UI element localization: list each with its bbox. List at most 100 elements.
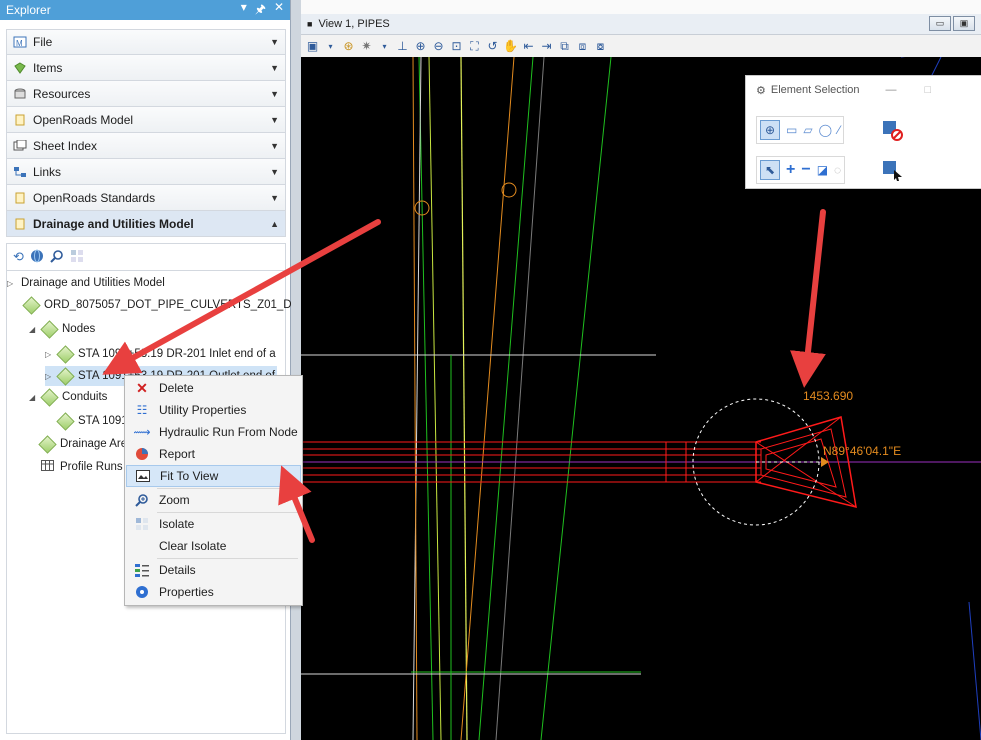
clip-volume-icon[interactable]: ⧈	[575, 39, 590, 54]
clip-mask-icon[interactable]: ⧇	[593, 39, 608, 54]
menu-item-utility-properties[interactable]: ☷ Utility Properties	[126, 399, 301, 421]
sheet-index-icon	[13, 139, 27, 152]
element-selection-dialog: ⚙ Element Selection — □ ⊕ ▭ ▱ ◯ ⁄ ⬉ + − …	[745, 75, 981, 189]
tree-node-inlet[interactable]: ▷ STA 1091+53.19 DR-201 Inlet end of a	[45, 344, 276, 364]
tree-conduits[interactable]: ◢ Conduits	[29, 387, 107, 407]
window-area-icon[interactable]: ⊡	[449, 39, 464, 54]
section-sheet-index[interactable]: Sheet Index ▼	[6, 133, 286, 159]
section-drainage-utilities-model[interactable]: Drainage and Utilities Model ▲	[6, 211, 286, 237]
circle-select-icon[interactable]: ◯	[819, 123, 832, 137]
new-select-icon[interactable]: ⬉	[760, 160, 780, 180]
selection-method-row: ⊕ ▭ ▱ ◯ ⁄	[756, 116, 845, 144]
line-select-icon[interactable]: ⁄	[838, 123, 840, 137]
element-selection-icon: ⚙	[756, 84, 766, 97]
minimize-button[interactable]: —	[886, 84, 897, 96]
clear-select-icon[interactable]: ◌	[834, 163, 841, 177]
section-file[interactable]: M File ▼	[6, 29, 286, 55]
view-attributes-icon[interactable]: ▣	[305, 39, 320, 54]
diamond-icon	[56, 366, 75, 386]
file-icon: M	[13, 36, 27, 48]
shape-select-icon[interactable]: ▱	[803, 123, 812, 137]
tree-root[interactable]: ▷ Drainage and Utilities Model	[7, 273, 165, 293]
openroads-standards-icon	[13, 192, 27, 204]
tree-nodes[interactable]: ◢ Nodes	[29, 319, 95, 339]
rotate-view-icon[interactable]: ↺	[485, 39, 500, 54]
menu-item-details[interactable]: Details	[126, 559, 301, 581]
refresh-icon[interactable]: ⟲	[13, 249, 24, 265]
section-openroads-standards[interactable]: OpenRoads Standards ▼	[6, 185, 286, 211]
window-top-strip	[301, 0, 981, 14]
chevron-down-icon: ▼	[270, 166, 279, 177]
chevron-down-icon: ▼	[270, 37, 279, 47]
menu-item-hydraulic-run[interactable]: ⟿ Hydraulic Run From Node	[126, 421, 301, 443]
isolate-icon	[133, 516, 151, 532]
tree-profile-runs[interactable]: Profile Runs	[41, 457, 123, 477]
select-all-icon[interactable]	[882, 160, 904, 182]
diamond-icon	[38, 434, 57, 454]
table-icon	[41, 460, 54, 474]
menu-item-delete[interactable]: ✕ Delete	[126, 377, 301, 399]
view-title-bar: ■ View 1, PIPES ▭ ▣	[301, 14, 981, 35]
clear-selection-icon[interactable]	[882, 120, 904, 142]
collapse-arrow-icon: ◢	[29, 324, 36, 334]
panel-splitter[interactable]	[291, 0, 301, 740]
minimize-button[interactable]: ▭	[929, 16, 951, 31]
zoom-out-icon[interactable]: ⊖	[431, 39, 446, 54]
update-view-icon[interactable]: ⊥	[395, 39, 410, 54]
items-icon	[13, 61, 27, 74]
explorer-title: Explorer	[6, 3, 51, 17]
context-menu: ✕ Delete ☷ Utility Properties ⟿ Hydrauli…	[124, 375, 303, 606]
expand-arrow-icon: ▷	[45, 371, 52, 381]
add-select-icon[interactable]: +	[786, 161, 795, 179]
next-view-icon[interactable]: ⇥	[539, 39, 554, 54]
zoom-in-icon[interactable]: ⊕	[413, 39, 428, 54]
section-items[interactable]: Items ▼	[6, 55, 286, 81]
menu-item-properties[interactable]: Properties	[126, 581, 301, 603]
section-links[interactable]: Links ▼	[6, 159, 286, 185]
maximize-button[interactable]: ▣	[953, 16, 975, 31]
view-icon: ■	[307, 19, 313, 29]
invert-select-icon[interactable]: ◪	[817, 163, 828, 177]
tree-file[interactable]: ORD_8075057_DOT_PIPE_CULVERTS_Z01_DOC	[22, 295, 309, 315]
globe-icon[interactable]	[30, 249, 44, 266]
diamond-icon	[56, 411, 75, 431]
section-resources[interactable]: Resources ▼	[6, 81, 286, 107]
menu-item-fit-to-view[interactable]: Fit To View	[126, 465, 301, 487]
delete-icon: ✕	[136, 379, 148, 396]
isolate-icon[interactable]	[70, 249, 84, 266]
properties-icon	[133, 584, 151, 600]
explorer-dropdown-icon[interactable]: ▾	[241, 0, 247, 21]
hydraulic-run-icon: ⟿	[133, 425, 151, 439]
dropdown-icon[interactable]: ▾	[323, 39, 338, 54]
previous-view-icon[interactable]: ⇤	[521, 39, 536, 54]
explorer-close-icon[interactable]: ✕	[274, 0, 284, 21]
copy-view-icon[interactable]: ⧉	[557, 39, 572, 54]
menu-item-zoom[interactable]: Zoom	[126, 489, 301, 511]
individual-select-icon[interactable]: ⊕	[760, 120, 780, 140]
dropdown-icon[interactable]: ▾	[377, 39, 392, 54]
subtract-select-icon[interactable]: −	[801, 161, 810, 179]
utility-properties-icon: ☷	[136, 403, 148, 417]
fit-view-icon[interactable]: ⛶	[467, 39, 482, 54]
links-icon	[13, 166, 27, 178]
explorer-pin-icon[interactable]: 🖈	[255, 0, 266, 21]
section-openroads-model[interactable]: OpenRoads Model ▼	[6, 107, 286, 133]
chevron-down-icon: ▼	[270, 62, 279, 73]
collapse-arrow-icon: ◢	[29, 392, 36, 402]
zoom-icon[interactable]	[50, 249, 64, 266]
chevron-down-icon: ▼	[270, 88, 279, 99]
openroads-model-icon	[13, 114, 27, 126]
block-select-icon[interactable]: ▭	[786, 123, 797, 137]
menu-item-clear-isolate[interactable]: Clear Isolate	[126, 535, 301, 557]
diamond-icon	[56, 344, 75, 364]
display-style-icon[interactable]: ⊛	[341, 39, 356, 54]
menu-item-report[interactable]: Report	[126, 443, 301, 465]
explorer-title-bar: Explorer ▾ 🖈 ✕	[0, 0, 290, 20]
light-icon[interactable]: ✷	[359, 39, 374, 54]
menu-item-isolate[interactable]: Isolate	[126, 513, 301, 535]
bearing-annotation: N89°46'04.1"E	[823, 444, 901, 458]
restore-button[interactable]: □	[925, 84, 932, 96]
pan-view-icon[interactable]: ✋	[503, 39, 518, 54]
diamond-icon	[40, 387, 59, 407]
chevron-up-icon: ▲	[270, 218, 279, 229]
